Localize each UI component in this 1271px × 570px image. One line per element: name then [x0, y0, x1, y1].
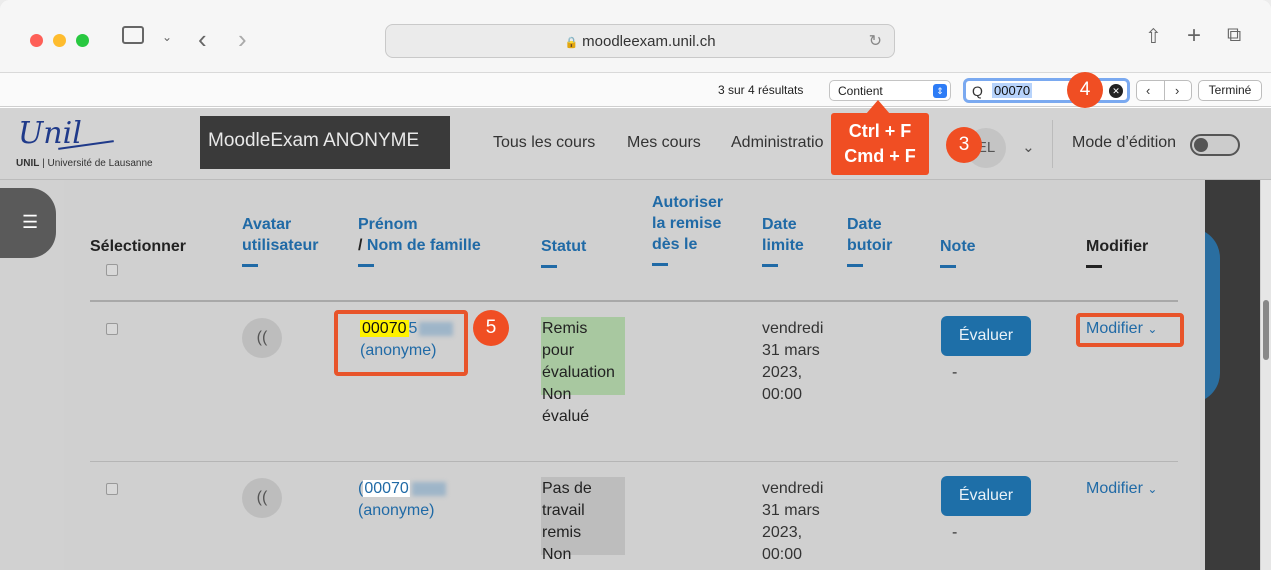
forward-icon[interactable]: › [238, 24, 247, 55]
address-bar[interactable]: 🔒 moodleexam.unil.ch ↻ [385, 24, 895, 58]
due-date: vendredi 31 mars 2023, 00:00 [762, 480, 824, 563]
find-previous-button[interactable]: ‹ [1146, 83, 1150, 98]
share-icon[interactable]: ⇧ [1145, 24, 1162, 49]
site-navbar: Unil UNIL | Université de Lausanne Moodl… [0, 108, 1271, 180]
new-tab-icon[interactable]: + [1187, 22, 1201, 50]
annotation-step-5: 5 [473, 310, 509, 346]
nav-my-courses[interactable]: Mes cours [627, 134, 701, 152]
annotation-modify-box [1076, 313, 1184, 347]
select-arrows-icon: ⇕ [933, 84, 947, 98]
row-select-checkbox[interactable] [106, 323, 118, 335]
submissions-table: Sélectionner Avatar utilisateur Prénom / N… [64, 180, 1205, 570]
site-brand[interactable]: MoodleExam ANONYME [200, 116, 450, 169]
annotation-step-3: 3 [946, 127, 982, 163]
clear-search-icon[interactable]: ✕ [1109, 84, 1123, 98]
grade-value: - [952, 364, 958, 381]
search-icon: Q [972, 83, 983, 99]
user-avatar: (( [242, 318, 282, 358]
nav-all-courses[interactable]: Tous les cours [493, 134, 595, 152]
annotation-shortcut: Ctrl + F Cmd + F [831, 113, 929, 175]
list-icon: ☰ [22, 212, 39, 232]
reload-icon[interactable]: ↻ [869, 31, 882, 51]
header-cutoff-date[interactable]: Date butoir [847, 214, 892, 267]
minimize-window-button[interactable] [53, 34, 66, 47]
course-index-drawer-button[interactable]: ☰ [0, 188, 56, 258]
find-match-mode-select[interactable]: Contient ⇕ [829, 80, 951, 101]
header-divider [90, 300, 1178, 302]
grade-button[interactable]: Évaluer [941, 476, 1031, 516]
find-query-text: 00070 [992, 83, 1033, 98]
find-match-highlight: 00070 [363, 480, 410, 497]
find-next-button[interactable]: › [1175, 83, 1179, 98]
submission-status: Pas de travail remis Non [542, 480, 592, 563]
edit-mode-label: Mode d’édition [1072, 134, 1177, 151]
redacted-id [411, 481, 446, 496]
page-scrollbar[interactable] [1261, 180, 1271, 570]
logo-subtitle: UNIL | Université de Lausanne [16, 158, 153, 169]
header-avatar[interactable]: Avatar utilisateur [242, 214, 318, 267]
find-match-mode-value: Contient [838, 84, 883, 98]
browser-window: ⌄ ‹ › 🔒 moodleexam.unil.ch ↻ ⇧ + ⧉ 3 sur … [0, 0, 1271, 570]
close-window-button[interactable] [30, 34, 43, 47]
participant-name[interactable]: (00070 (anonyme) [358, 478, 446, 522]
annotation-step-4: 4 [1067, 72, 1103, 108]
lock-icon: 🔒 [564, 37, 579, 49]
annotation-arrow [866, 100, 890, 114]
back-icon[interactable]: ‹ [198, 24, 207, 55]
user-avatar: (( [242, 478, 282, 518]
header-allow-submissions[interactable]: Autoriser la remise dès le [652, 192, 723, 266]
edit-mode-toggle[interactable] [1190, 134, 1240, 156]
sidebar-toggle-icon[interactable] [122, 26, 144, 44]
due-date: vendredi 31 mars 2023, 00:00 [762, 320, 824, 403]
find-done-button[interactable]: Terminé [1198, 80, 1262, 101]
header-due-date[interactable]: Date limite [762, 214, 804, 267]
chevron-down-icon: ⌄ [1022, 139, 1035, 156]
chevron-down-icon[interactable]: ⌄ [162, 30, 172, 44]
select-all-checkbox[interactable] [106, 264, 118, 276]
header-grade[interactable]: Note [940, 236, 976, 268]
find-navigation: ‹ › [1136, 80, 1192, 101]
header-status[interactable]: Statut [541, 236, 586, 268]
nav-administration[interactable]: Administratio [731, 134, 823, 152]
submission-status: Remis pour évaluation Non évalué [542, 320, 615, 425]
find-result-count: 3 sur 4 résultats [718, 83, 804, 97]
row-select-checkbox[interactable] [106, 483, 118, 495]
zoom-window-button[interactable] [76, 34, 89, 47]
title-bar: ⌄ ‹ › 🔒 moodleexam.unil.ch ↻ ⇧ + ⧉ [0, 0, 1271, 72]
modify-menu[interactable]: Modifier ⌄ [1086, 480, 1157, 498]
find-search-input[interactable]: Q 00070 ✕ [963, 78, 1130, 103]
row-divider [90, 461, 1178, 462]
nav-divider [1052, 120, 1053, 168]
annotation-name-highlight-box [334, 310, 468, 376]
grade-value: - [952, 524, 958, 541]
header-name[interactable]: Prénom / Nom de famille [358, 214, 481, 267]
grade-button[interactable]: Évaluer [941, 316, 1031, 356]
chevron-down-icon: ⌄ [1147, 482, 1158, 496]
header-modify: Modifier [1086, 236, 1148, 268]
header-select: Sélectionner [90, 238, 187, 255]
find-nav-divider [1164, 81, 1165, 100]
url-text: moodleexam.unil.ch [582, 33, 716, 50]
tab-overview-icon[interactable]: ⧉ [1227, 24, 1241, 47]
